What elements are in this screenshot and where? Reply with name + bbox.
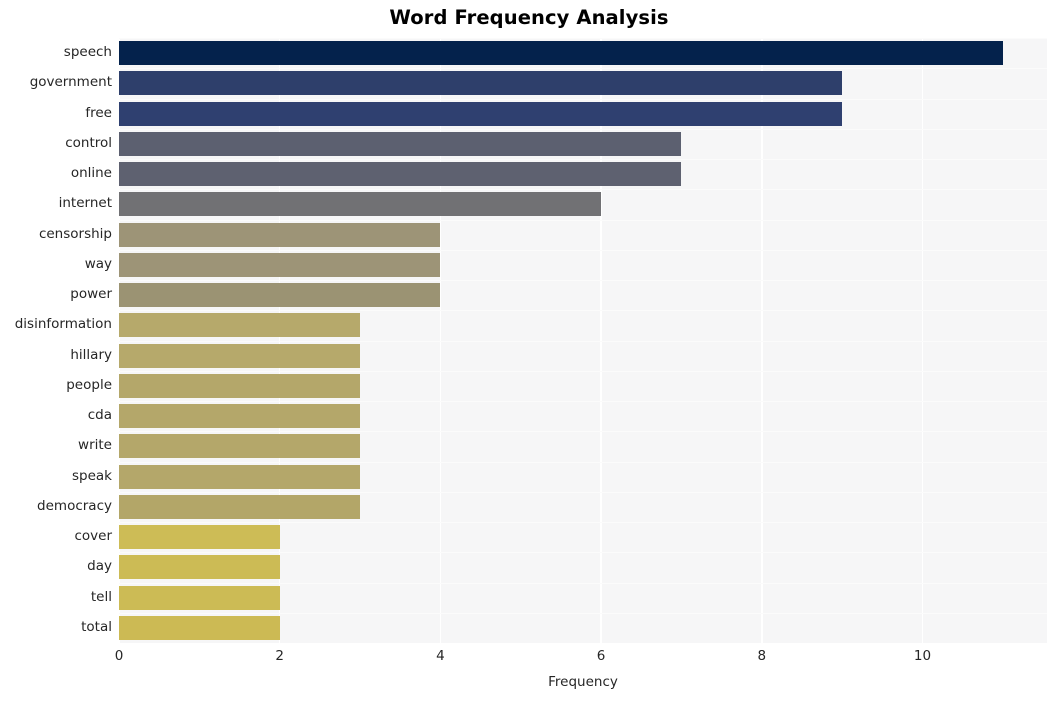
bar-speak[interactable]: [119, 464, 361, 489]
gridline-y-1: [119, 68, 1047, 70]
bar-row: [119, 404, 1047, 429]
bar-row: [119, 192, 1047, 217]
gridline-y-10: [119, 340, 1047, 342]
gridline-y-4: [119, 159, 1047, 160]
gridline-y-17: [119, 552, 1047, 554]
gridline-y-9: [119, 310, 1047, 312]
y-tick-label-online: online: [70, 165, 112, 182]
bar-online[interactable]: [119, 162, 682, 187]
bar-internet[interactable]: [119, 192, 602, 217]
bar-row: [119, 373, 1047, 398]
gridline-y-13: [119, 431, 1047, 433]
bar-control[interactable]: [119, 131, 682, 156]
bar-row: [119, 585, 1047, 610]
y-tick-label-disinformation: disinformation: [14, 316, 112, 333]
bar-row: [119, 525, 1047, 550]
x-tick-label-6: 6: [596, 648, 606, 664]
y-tick-label-speech: speech: [63, 44, 112, 61]
gridline-y-16: [119, 522, 1047, 523]
gridline-y-6: [119, 219, 1047, 221]
bar-free[interactable]: [119, 101, 843, 126]
bar-row: [119, 41, 1047, 66]
y-tick-label-tell: tell: [90, 588, 112, 605]
gridline-y-3: [119, 128, 1047, 130]
bar-power[interactable]: [119, 283, 441, 308]
x-tick-label-8: 8: [757, 648, 767, 664]
x-tick-label-10: 10: [913, 648, 932, 664]
bar-cda[interactable]: [119, 404, 361, 429]
word-frequency-chart-figure: Word Frequency Analysis speech government…: [0, 0, 1058, 701]
plot-area: [119, 38, 1047, 643]
chart-title: Word Frequency Analysis: [389, 6, 669, 29]
bar-row: [119, 222, 1047, 247]
y-tick-label-speak: speak: [72, 467, 112, 484]
gridline-y-8: [119, 280, 1047, 281]
y-tick-label-cda: cda: [87, 407, 112, 424]
bar-write[interactable]: [119, 434, 361, 459]
bar-speech[interactable]: [119, 41, 1003, 66]
bar-row: [119, 343, 1047, 368]
bar-row: [119, 131, 1047, 156]
y-tick-label-hillary: hillary: [70, 346, 112, 363]
gridline-y-0: [119, 38, 1047, 39]
y-tick-label-total: total: [81, 618, 112, 635]
bar-people[interactable]: [119, 373, 361, 398]
bar-row: [119, 252, 1047, 277]
gridline-y-18: [119, 582, 1047, 584]
gridline-y-14: [119, 461, 1047, 463]
bar-cover[interactable]: [119, 525, 280, 550]
gridline-y-19: [119, 612, 1047, 614]
bar-democracy[interactable]: [119, 494, 361, 519]
x-tick-label-2: 2: [275, 648, 284, 664]
y-axis-tick-labels: speech government free control online interne…: [0, 38, 112, 643]
y-tick-label-cover: cover: [74, 528, 112, 545]
bar-disinformation[interactable]: [119, 313, 361, 338]
gridline-y-7: [119, 249, 1047, 251]
gridline-y-12: [119, 401, 1047, 402]
gridline-y-5: [119, 189, 1047, 191]
bar-way[interactable]: [119, 252, 441, 277]
bar-row: [119, 71, 1047, 96]
y-tick-label-day: day: [87, 558, 112, 575]
bar-row: [119, 283, 1047, 308]
gridline-y-11: [119, 370, 1047, 372]
y-tick-label-way: way: [84, 255, 112, 272]
bar-row: [119, 313, 1047, 338]
x-axis-tick-labels: 0 2 4 6 8 10: [0, 648, 1058, 670]
bar-hillary[interactable]: [119, 343, 361, 368]
x-tick-label-0: 0: [114, 648, 124, 664]
y-tick-label-people: people: [66, 376, 112, 393]
y-tick-label-censorship: censorship: [38, 225, 112, 242]
y-tick-label-power: power: [70, 286, 112, 303]
gridline-y-15: [119, 491, 1047, 493]
y-tick-label-write: write: [78, 437, 112, 454]
bar-row: [119, 494, 1047, 519]
x-axis-label: Frequency: [548, 674, 618, 690]
bar-row: [119, 464, 1047, 489]
bar-total[interactable]: [119, 615, 280, 640]
bar-day[interactable]: [119, 555, 280, 580]
bar-row: [119, 555, 1047, 580]
bar-row: [119, 615, 1047, 640]
bar-tell[interactable]: [119, 585, 280, 610]
y-tick-label-control: control: [65, 134, 112, 151]
bar-censorship[interactable]: [119, 222, 441, 247]
y-tick-label-internet: internet: [58, 195, 112, 212]
bar-row: [119, 434, 1047, 459]
y-tick-label-government: government: [29, 74, 112, 91]
bar-row: [119, 162, 1047, 187]
bar-government[interactable]: [119, 71, 843, 96]
y-tick-label-democracy: democracy: [37, 497, 112, 514]
y-tick-label-free: free: [85, 104, 112, 121]
bar-row: [119, 101, 1047, 126]
x-tick-label-4: 4: [436, 648, 445, 664]
gridline-y-2: [119, 98, 1047, 100]
